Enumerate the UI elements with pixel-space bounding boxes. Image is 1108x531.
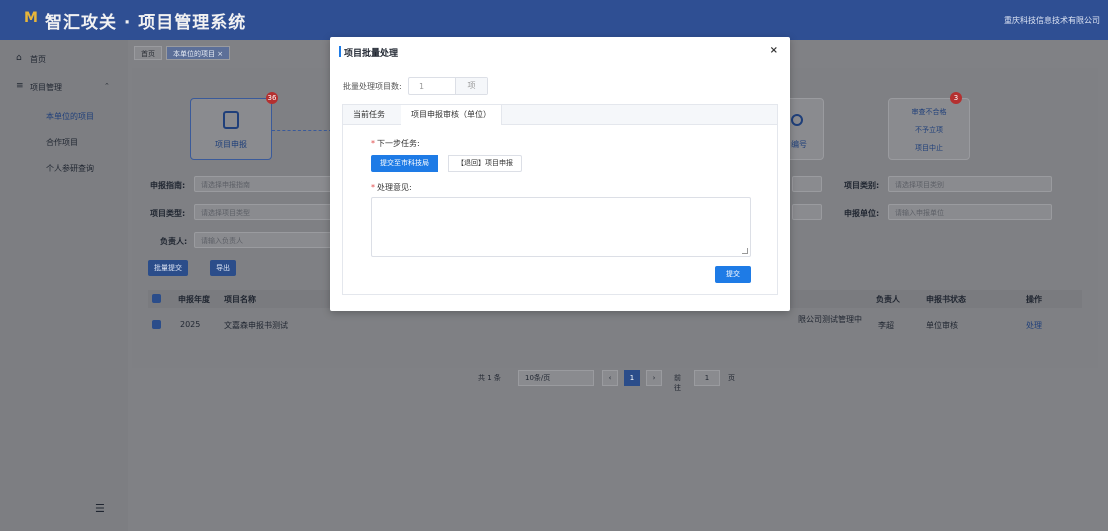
rejected-count-badge: 3 <box>950 92 962 104</box>
sidebar-item-personal-query[interactable]: 个人参研查询 <box>46 163 94 174</box>
collapse-sidebar-icon[interactable]: ☰ <box>95 502 105 515</box>
col-operation: 操作 <box>1026 295 1042 304</box>
submit-button[interactable]: 提交 <box>715 266 751 283</box>
count-unit: 项 <box>455 78 487 94</box>
document-icon <box>223 111 239 129</box>
status-rejected[interactable]: 审查不合格 <box>889 107 969 117</box>
select-all-checkbox[interactable] <box>152 294 161 303</box>
count-field: 1 项 <box>408 77 488 95</box>
status-terminated[interactable]: 项目中止 <box>889 143 969 153</box>
step-label: 项目申报 <box>215 140 247 149</box>
tab-current-task[interactable]: 当前任务 <box>343 105 395 125</box>
cell-owner: 李超 <box>878 321 894 330</box>
guide-select[interactable]: 请选择申报指南 <box>194 176 334 192</box>
next-page-button[interactable]: › <box>646 370 662 386</box>
dialog-tabs: 当前任务 项目申报审核（单位） <box>342 104 778 125</box>
count-value: 1 <box>419 82 425 91</box>
opinion-textarea[interactable] <box>371 197 751 257</box>
batch-submit-button[interactable]: 批量提交 <box>148 260 188 276</box>
chevron-up-icon: ⌃ <box>104 82 110 90</box>
resize-handle-icon[interactable] <box>742 248 748 254</box>
process-link[interactable]: 处理 <box>1026 320 1042 331</box>
page-button[interactable]: 1 <box>624 370 640 386</box>
type-label: 项目类型: <box>150 209 186 218</box>
prev-page-button[interactable]: ‹ <box>602 370 618 386</box>
dialog-body: * 下一步任务: 提交至市科技局 【退回】项目申报 * 处理意见: 提交 <box>342 125 778 295</box>
sidebar-item-coop-projects[interactable]: 合作项目 <box>46 137 78 148</box>
unit-label: 申报单位: <box>844 209 880 218</box>
top-header: M 智汇攻关 · 项目管理系统 重庆科技信息技术有限公司 <box>0 0 1108 40</box>
col-name: 项目名称 <box>224 295 256 304</box>
sidebar-item-label: 项目管理 <box>30 83 62 92</box>
table-row: 2025 文嘉森申报书测试 限公司测试管理中 李超 单位审核 处理 <box>148 308 1082 342</box>
tab-own-projects[interactable]: 本单位的项目 × <box>166 46 231 60</box>
cell-name: 文嘉森申报书测试 <box>224 321 288 330</box>
tab-unit-review[interactable]: 项目申报审核（单位） <box>401 105 502 125</box>
row-checkbox[interactable] <box>152 320 161 329</box>
step-connector <box>272 130 332 131</box>
next-task-label: * 下一步任务: <box>371 139 420 148</box>
app-title: 智汇攻关 · 项目管理系统 <box>45 13 247 33</box>
sidebar: ⌂ 首页 ≡ 项目管理 ⌃ 本单位的项目 合作项目 个人参研查询 ☰ <box>0 40 128 531</box>
return-to-apply-option[interactable]: 【退回】项目申报 <box>448 155 522 172</box>
menu-icon: ≡ <box>16 81 24 91</box>
submit-to-city-bureau-option[interactable]: 提交至市科技局 <box>371 155 438 172</box>
sidebar-item-project-mgmt[interactable]: ≡ 项目管理 ⌃ <box>0 76 128 98</box>
category-label: 项目类别: <box>844 181 880 190</box>
step-numbering[interactable]: 编号 <box>784 98 824 160</box>
col-year: 申报年度 <box>178 295 210 304</box>
cell-year: 2025 <box>180 320 201 329</box>
organization-name: 重庆科技信息技术有限公司 <box>1004 16 1100 25</box>
total-count: 共 1 条 <box>478 374 501 382</box>
sidebar-item-own-projects[interactable]: 本单位的项目 <box>46 111 94 122</box>
sidebar-item-label: 首页 <box>30 55 46 64</box>
owner-label: 负责人: <box>160 237 188 246</box>
owner-input[interactable]: 请输入负责人 <box>194 232 334 248</box>
step-project-apply[interactable]: 项目申报 <box>190 98 272 160</box>
dialog-title: 项目批量处理 <box>338 46 398 59</box>
tab-home[interactable]: 首页 <box>134 46 162 60</box>
app-logo: M <box>24 10 38 26</box>
step-label: 编号 <box>791 140 807 149</box>
col-owner: 负责人 <box>876 295 900 304</box>
cell-status: 单位审核 <box>926 321 958 330</box>
sidebar-item-home[interactable]: ⌂ 首页 <box>0 48 128 70</box>
status-not-approved[interactable]: 不予立项 <box>889 125 969 135</box>
home-icon: ⌂ <box>16 53 22 63</box>
filter-input-partial-2[interactable] <box>792 204 822 220</box>
batch-process-dialog: 项目批量处理 × 批量处理项目数: 1 项 当前任务 项目申报审核（单位） * 下… <box>330 37 790 311</box>
filter-input-partial[interactable] <box>792 176 822 192</box>
page-unit-label: 页 <box>728 374 735 382</box>
type-select[interactable]: 请选择项目类型 <box>194 204 334 220</box>
page-size-select[interactable]: 10条/页 <box>518 370 594 386</box>
guide-label: 申报指南: <box>150 181 186 190</box>
step-count-badge: 36 <box>266 92 278 104</box>
cell-org: 限公司测试管理中 <box>798 315 862 324</box>
unit-input[interactable]: 请输入申报单位 <box>888 204 1052 220</box>
export-button[interactable]: 导出 <box>210 260 236 276</box>
col-status: 申报书状态 <box>926 295 966 304</box>
opinion-label: * 处理意见: <box>371 183 412 192</box>
category-select[interactable]: 请选择项目类别 <box>888 176 1052 192</box>
goto-label: 前往 <box>674 374 681 392</box>
gear-icon <box>791 114 803 126</box>
close-icon[interactable]: × <box>770 45 778 56</box>
count-label: 批量处理项目数: <box>343 82 402 91</box>
status-box: 审查不合格 不予立项 项目中止 <box>888 98 970 160</box>
goto-input[interactable]: 1 <box>694 370 720 386</box>
